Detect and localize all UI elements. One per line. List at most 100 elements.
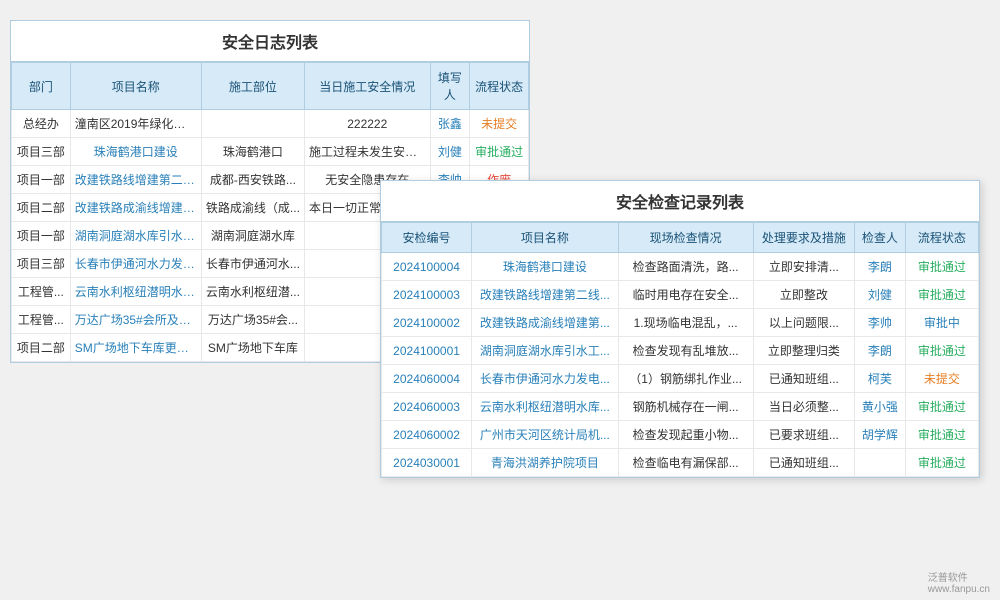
left-cell-status: 审批通过 [470,138,529,166]
right-cell-status: 审批通过 [905,253,978,281]
right-cell-project[interactable]: 云南水利枢纽潜明水库... [472,393,618,421]
right-header-handle: 处理要求及措施 [753,223,854,253]
left-cell-dept: 项目一部 [12,166,71,194]
right-cell-id[interactable]: 2024100001 [382,337,472,365]
left-cell-safety: 施工过程未发生安全事故... [304,138,430,166]
right-cell-inspector: 李帅 [855,309,906,337]
left-cell-safety: 222222 [304,110,430,138]
right-cell-check: 检查发现有乱堆放... [618,337,753,365]
left-header-safety: 当日施工安全情况 [304,63,430,110]
left-cell-project[interactable]: 改建铁路成渝线增建第二... [70,194,201,222]
right-cell-status: 审批通过 [905,393,978,421]
right-cell-project[interactable]: 青海洪湖养护院项目 [472,449,618,477]
left-header-dept: 部门 [12,63,71,110]
right-cell-inspector [855,449,906,477]
left-cell-writer: 刘健 [430,138,470,166]
right-cell-handle: 以上问题限... [753,309,854,337]
left-cell-status: 未提交 [470,110,529,138]
left-cell-dept: 项目三部 [12,138,71,166]
left-cell-dept: 工程管... [12,278,71,306]
left-cell-site: 成都-西安铁路... [201,166,304,194]
right-cell-check: 检查临电有漏保部... [618,449,753,477]
right-cell-check: 检查路面清洗，路... [618,253,753,281]
left-cell-project[interactable]: SM广场地下车库更换摄... [70,334,201,362]
right-table-row: 2024100001湖南洞庭湖水库引水工...检查发现有乱堆放...立即整理归类… [382,337,979,365]
left-cell-dept: 项目二部 [12,194,71,222]
right-cell-id[interactable]: 2024060003 [382,393,472,421]
right-cell-id[interactable]: 2024100004 [382,253,472,281]
right-cell-inspector: 李朗 [855,337,906,365]
left-cell-project[interactable]: 珠海鹤港口建设 [70,138,201,166]
left-panel-title: 安全日志列表 [11,21,529,62]
left-cell-site: 湖南洞庭湖水库 [201,222,304,250]
left-cell-project[interactable]: 云南水利枢纽潜明水库一... [70,278,201,306]
left-cell-dept: 总经办 [12,110,71,138]
left-header-project: 项目名称 [70,63,201,110]
left-cell-project[interactable]: 改建铁路线增建第二线直... [70,166,201,194]
right-header-check: 现场检查情况 [618,223,753,253]
left-cell-dept: 工程管... [12,306,71,334]
right-cell-handle: 已要求班组... [753,421,854,449]
right-cell-status: 审批中 [905,309,978,337]
right-table: 安检编号 项目名称 现场检查情况 处理要求及措施 检查人 流程状态 202410… [381,222,979,477]
right-cell-id[interactable]: 2024100003 [382,281,472,309]
right-cell-handle: 当日必须整... [753,393,854,421]
left-cell-site: 长春市伊通河水... [201,250,304,278]
left-cell-dept: 项目一部 [12,222,71,250]
watermark: 泛普软件 www.fanpu.cn [928,569,990,595]
right-cell-project[interactable]: 长春市伊通河水力发电... [472,365,618,393]
left-header-flow: 流程状态 [470,63,529,110]
right-cell-status: 审批通过 [905,449,978,477]
left-cell-site: 云南水利枢纽潜... [201,278,304,306]
right-table-row: 2024100003改建铁路线增建第二线...临时用电存在安全...立即整改刘健… [382,281,979,309]
left-cell-project[interactable]: 万达广场35#会所及咖啡... [70,306,201,334]
left-cell-project[interactable]: 长春市伊通河水力发电厂... [70,250,201,278]
left-table-row: 项目三部珠海鹤港口建设珠海鹤港口施工过程未发生安全事故...刘健审批通过 [12,138,529,166]
right-cell-id[interactable]: 2024060004 [382,365,472,393]
watermark-line1: 泛普软件 [928,569,990,584]
right-cell-project[interactable]: 湖南洞庭湖水库引水工... [472,337,618,365]
left-cell-dept: 项目二部 [12,334,71,362]
right-cell-id[interactable]: 2024030001 [382,449,472,477]
right-header-id: 安检编号 [382,223,472,253]
right-cell-handle: 立即整理归类 [753,337,854,365]
right-cell-inspector: 李朗 [855,253,906,281]
left-cell-site: 万达广场35#会... [201,306,304,334]
right-cell-project[interactable]: 改建铁路线增建第二线... [472,281,618,309]
right-table-row: 2024100002改建铁路成渝线增建第...1.现场临电混乱，...以上问题限… [382,309,979,337]
right-table-row: 2024030001青海洪湖养护院项目检查临电有漏保部...已通知班组... 审批… [382,449,979,477]
left-cell-project[interactable]: 湖南洞庭湖水库引水工程... [70,222,201,250]
right-cell-inspector: 胡学辉 [855,421,906,449]
right-table-row: 2024060004长春市伊通河水力发电...（1）钢筋绑扎作业...已通知班组… [382,365,979,393]
right-cell-project[interactable]: 珠海鹤港口建设 [472,253,618,281]
right-cell-status: 审批通过 [905,337,978,365]
left-cell-site: 铁路成渝线（成... [201,194,304,222]
right-cell-handle: 立即安排清... [753,253,854,281]
right-cell-check: 临时用电存在安全... [618,281,753,309]
left-table-header: 部门 项目名称 施工部位 当日施工安全情况 填写人 流程状态 [12,63,529,110]
right-panel: 安全检查记录列表 安检编号 项目名称 现场检查情况 处理要求及措施 检查人 流程… [380,180,980,478]
right-cell-check: 检查发现起重小物... [618,421,753,449]
right-table-row: 2024060002广州市天河区统计局机...检查发现起重小物...已要求班组.… [382,421,979,449]
right-cell-inspector: 黄小强 [855,393,906,421]
right-cell-handle: 已通知班组... [753,365,854,393]
right-cell-inspector: 刘健 [855,281,906,309]
right-cell-inspector: 柯芙 [855,365,906,393]
right-cell-handle: 立即整改 [753,281,854,309]
right-cell-check: 钢筋机械存在一闸... [618,393,753,421]
left-cell-site: 珠海鹤港口 [201,138,304,166]
right-cell-check: （1）钢筋绑扎作业... [618,365,753,393]
right-cell-check: 1.现场临电混乱，... [618,309,753,337]
left-cell-site: SM广场地下车库 [201,334,304,362]
left-cell-site [201,110,304,138]
watermark-line2: www.fanpu.cn [928,584,990,595]
right-cell-handle: 已通知班组... [753,449,854,477]
right-cell-project[interactable]: 改建铁路成渝线增建第... [472,309,618,337]
right-table-row: 2024060003云南水利枢纽潜明水库...钢筋机械存在一闸...当日必须整.… [382,393,979,421]
left-table-row: 总经办潼南区2019年绿化补贴项...222222张鑫未提交 [12,110,529,138]
right-cell-id[interactable]: 2024100002 [382,309,472,337]
right-cell-status: 未提交 [905,365,978,393]
right-cell-project[interactable]: 广州市天河区统计局机... [472,421,618,449]
right-cell-id[interactable]: 2024060002 [382,421,472,449]
left-header-writer: 填写人 [430,63,470,110]
